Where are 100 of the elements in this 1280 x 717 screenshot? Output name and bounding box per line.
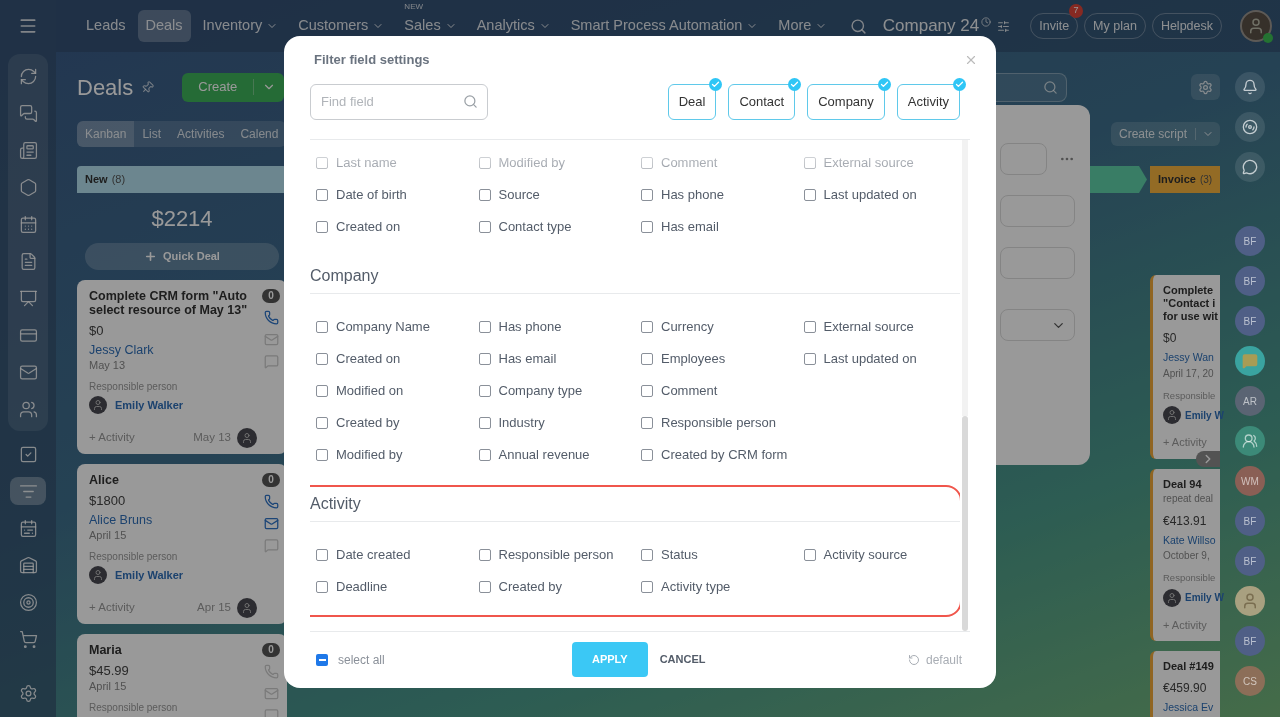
responsible-name[interactable]: Emily Walker <box>115 566 184 584</box>
deal-title[interactable]: Deal 94 <box>1163 477 1202 491</box>
field-option[interactable]: Created by CRM form <box>635 438 798 471</box>
field-option[interactable]: Contact type <box>472 210 635 243</box>
deal-title[interactable]: "Contact i <box>1163 297 1216 310</box>
field-option[interactable]: Date of birth <box>310 178 473 211</box>
phone-icon[interactable] <box>263 310 279 325</box>
swirl-button[interactable] <box>1235 112 1265 142</box>
checkbox[interactable] <box>641 320 653 333</box>
field-option[interactable]: Comment <box>635 374 798 407</box>
field-option[interactable]: Modified by <box>310 438 473 471</box>
field-option[interactable]: Activity type <box>635 570 798 603</box>
field-option[interactable]: Has phone <box>472 310 635 343</box>
checkbox[interactable] <box>316 352 328 365</box>
checkbox[interactable] <box>803 352 816 365</box>
nav-item[interactable]: Leads <box>78 10 134 42</box>
checkbox[interactable] <box>641 188 653 201</box>
checkbox[interactable] <box>316 580 328 593</box>
contact-avatar[interactable]: BF <box>1235 266 1265 296</box>
checkbox[interactable] <box>641 156 653 169</box>
contact-avatar[interactable]: AR <box>1235 386 1265 416</box>
checkbox[interactable] <box>641 448 653 461</box>
checkbox[interactable] <box>478 580 491 593</box>
field-option[interactable]: Date created <box>310 538 473 571</box>
checkbox[interactable] <box>641 220 653 233</box>
cancel-button[interactable]: CANCEL <box>659 651 706 668</box>
field-option[interactable]: Modified on <box>310 374 473 407</box>
checkbox[interactable] <box>641 352 653 365</box>
field-option[interactable]: Source <box>472 178 635 211</box>
checkbox[interactable] <box>316 320 328 333</box>
field-option[interactable]: Created by <box>472 570 635 603</box>
contact-avatar[interactable]: BF <box>1235 506 1265 536</box>
contact-link[interactable]: Jessy Wan <box>1163 350 1214 366</box>
checkbox[interactable] <box>478 320 491 333</box>
field-option[interactable]: Last updated on <box>797 178 960 211</box>
checkbox[interactable] <box>803 320 816 333</box>
checkbox[interactable] <box>803 188 816 201</box>
field-option[interactable]: Has email <box>472 342 635 375</box>
field-option[interactable]: Created by <box>310 406 473 439</box>
chat-button[interactable] <box>1235 152 1265 182</box>
group-chat-avatar[interactable] <box>1235 346 1265 376</box>
checkbox[interactable] <box>478 220 491 233</box>
checkbox[interactable] <box>803 156 816 169</box>
contact-avatar[interactable]: WM <box>1235 466 1265 496</box>
group-avatar[interactable] <box>1235 426 1265 456</box>
deal-title[interactable]: Complete <box>1163 284 1214 297</box>
field-option[interactable]: Created on <box>310 210 473 243</box>
contact-avatar[interactable] <box>1235 586 1265 616</box>
nav-item[interactable]: More <box>770 10 836 42</box>
contact-link[interactable]: Kate Willso <box>1163 532 1216 549</box>
checkbox[interactable] <box>478 352 491 365</box>
deal-card[interactable]: Maria $45.99 April 15 Responsible person 0 <box>77 634 287 717</box>
checkbox[interactable] <box>316 220 328 233</box>
sliders-icon[interactable] <box>997 19 1011 33</box>
dropdown-field[interactable] <box>1000 309 1075 341</box>
company-name[interactable]: Company 24 <box>882 13 980 39</box>
deal-title[interactable]: for use wit <box>1163 310 1218 323</box>
contact-avatar[interactable]: BF <box>1235 306 1265 336</box>
stage-header[interactable]: New (8) <box>77 166 287 193</box>
checkbox[interactable] <box>478 156 491 169</box>
checkbox[interactable] <box>316 654 328 666</box>
contact-link[interactable]: Jessy Clark <box>89 342 154 358</box>
mail-icon[interactable] <box>263 516 279 531</box>
field-option[interactable]: Annual revenue <box>472 438 635 471</box>
field-option[interactable]: Status <box>635 538 798 571</box>
checkbox[interactable] <box>641 580 653 593</box>
deal-card[interactable]: Complete CRM form "Auto select resource of May 13" $0 Jessy Clark May 13 Responsible person Emily Walker + Activity May 13 0 <box>77 280 287 454</box>
checkbox[interactable] <box>316 416 328 429</box>
scrollbar-thumb[interactable] <box>962 416 968 631</box>
select-all-label[interactable]: select all <box>338 651 385 669</box>
contact-avatar[interactable]: BF <box>1235 546 1265 576</box>
checkbox[interactable] <box>316 448 328 461</box>
nav-item[interactable]: Inventory <box>194 10 287 42</box>
stage-header[interactable]: Invoice (3) <box>1150 166 1220 193</box>
checkbox[interactable] <box>803 548 816 561</box>
field-option[interactable]: Employees <box>635 342 798 375</box>
field-option[interactable]: Responsible person <box>472 538 635 571</box>
checkbox[interactable] <box>478 448 491 461</box>
nav-item[interactable]: Smart Process Automation <box>562 10 767 42</box>
checkbox[interactable] <box>478 188 491 201</box>
field-option[interactable]: Company type <box>472 374 635 407</box>
field-option[interactable]: Industry <box>472 406 635 439</box>
field-option[interactable]: Deadline <box>310 570 473 603</box>
nav-item[interactable]: Analytics <box>468 10 559 42</box>
nav-item[interactable]: Customers <box>290 10 393 42</box>
contact-link[interactable]: Alice Bruns <box>89 512 153 528</box>
contact-avatar[interactable]: BF <box>1235 626 1265 656</box>
phone-icon[interactable] <box>263 494 279 509</box>
search-field[interactable]: Find field <box>310 83 488 120</box>
field-option[interactable]: Created on <box>310 342 473 375</box>
field-option[interactable]: Company Name <box>310 310 473 343</box>
responsible-name[interactable]: Emily Walker <box>115 396 184 414</box>
checkbox[interactable] <box>478 416 491 429</box>
field-option[interactable]: Last updated on <box>797 342 960 375</box>
deal-title[interactable]: Complete CRM form "Auto select resource of May 13" <box>89 289 257 317</box>
field-option[interactable]: Activity source <box>797 538 960 571</box>
checkbox[interactable] <box>641 384 653 397</box>
field-option[interactable]: Has email <box>635 210 798 243</box>
user-avatar[interactable] <box>1240 10 1272 42</box>
checkbox[interactable] <box>478 548 491 561</box>
